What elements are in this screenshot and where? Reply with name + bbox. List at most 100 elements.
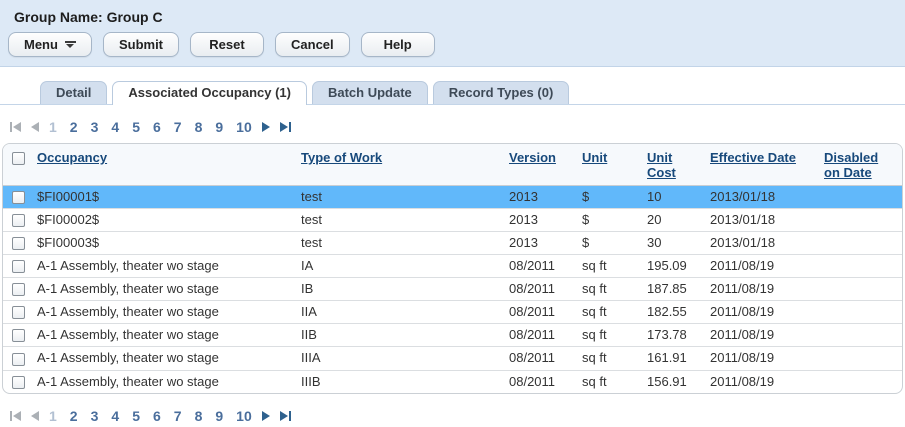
row-checkbox[interactable] (12, 191, 25, 204)
page-link-8[interactable]: 8 (195, 408, 203, 424)
page-link-3[interactable]: 3 (91, 408, 99, 424)
cell-type-of-work: IA (295, 255, 503, 278)
cancel-button[interactable]: Cancel (275, 32, 350, 57)
page-link-9[interactable]: 9 (215, 119, 223, 135)
first-page-icon (10, 122, 21, 132)
last-page-icon[interactable] (280, 411, 291, 421)
row-checkbox[interactable] (12, 329, 25, 342)
cell-version: 08/2011 (503, 347, 576, 370)
cell-effective-date: 2011/08/19 (704, 370, 818, 393)
cell-disabled-on-date (818, 209, 902, 232)
cell-type-of-work: IIB (295, 324, 503, 347)
table-header-row: Occupancy Type of Work Version Unit Unit… (3, 144, 902, 186)
row-checkbox[interactable] (12, 214, 25, 227)
table-row: $FI00001$test2013$102013/01/18 (3, 186, 902, 209)
page-header: Group Name: Group C Menu Submit Reset Ca… (0, 0, 905, 67)
table-row: A-1 Assembly, theater wo stageIIB08/2011… (3, 324, 902, 347)
tab-associated-occupancy[interactable]: Associated Occupancy (1) (112, 81, 307, 105)
column-header-effective-date[interactable]: Effective Date (710, 150, 796, 165)
page-link-4[interactable]: 4 (111, 119, 119, 135)
cell-version: 2013 (503, 232, 576, 255)
page-link-7[interactable]: 7 (174, 408, 182, 424)
select-all-checkbox[interactable] (12, 152, 25, 165)
submit-button[interactable]: Submit (103, 32, 179, 57)
cell-effective-date: 2011/08/19 (704, 301, 818, 324)
cell-unit: sq ft (576, 301, 641, 324)
page-link-5[interactable]: 5 (132, 408, 140, 424)
page-link-6[interactable]: 6 (153, 119, 161, 135)
cell-disabled-on-date (818, 324, 902, 347)
row-checkbox[interactable] (12, 353, 25, 366)
cell-unit: sq ft (576, 324, 641, 347)
page-link-8[interactable]: 8 (195, 119, 203, 135)
cell-disabled-on-date (818, 347, 902, 370)
row-checkbox[interactable] (12, 283, 25, 296)
help-button[interactable]: Help (361, 32, 435, 57)
table-row: A-1 Assembly, theater wo stageIB08/2011s… (3, 278, 902, 301)
pagination-bottom: 12345678910 (10, 409, 905, 423)
cell-type-of-work: test (295, 232, 503, 255)
cell-version: 08/2011 (503, 370, 576, 393)
cell-effective-date: 2011/08/19 (704, 324, 818, 347)
cell-occupancy: A-1 Assembly, theater wo stage (31, 278, 295, 301)
page-link-3[interactable]: 3 (91, 119, 99, 135)
column-header-unit[interactable]: Unit (582, 150, 607, 165)
table-row: A-1 Assembly, theater wo stageIA08/2011s… (3, 255, 902, 278)
cell-occupancy: A-1 Assembly, theater wo stage (31, 255, 295, 278)
column-header-version[interactable]: Version (509, 150, 556, 165)
cell-occupancy: A-1 Assembly, theater wo stage (31, 324, 295, 347)
page-link-5[interactable]: 5 (132, 119, 140, 135)
tab-detail[interactable]: Detail (40, 81, 107, 104)
cell-version: 2013 (503, 209, 576, 232)
cell-unit: $ (576, 209, 641, 232)
cell-occupancy: $FI00003$ (31, 232, 295, 255)
column-header-unit-cost[interactable]: Unit Cost (647, 150, 676, 180)
tab-batch-update[interactable]: Batch Update (312, 81, 428, 104)
cell-unit: sq ft (576, 255, 641, 278)
row-checkbox[interactable] (12, 260, 25, 273)
table-body: $FI00001$test2013$102013/01/18$FI00002$t… (3, 186, 902, 393)
next-page-icon[interactable] (262, 411, 270, 421)
cell-unit-cost: 195.09 (641, 255, 704, 278)
previous-page-icon (31, 411, 39, 421)
next-page-icon[interactable] (262, 122, 270, 132)
pagination-top: 12345678910 (10, 120, 905, 134)
cell-version: 08/2011 (503, 324, 576, 347)
cell-occupancy: $FI00001$ (31, 186, 295, 209)
page-link-2[interactable]: 2 (70, 119, 78, 135)
page-link-2[interactable]: 2 (70, 408, 78, 424)
cell-unit: $ (576, 186, 641, 209)
reset-button[interactable]: Reset (190, 32, 264, 57)
page-link-10[interactable]: 10 (236, 119, 252, 135)
column-header-type-of-work[interactable]: Type of Work (301, 150, 382, 165)
cell-disabled-on-date (818, 255, 902, 278)
menu-button-label: Menu (24, 37, 58, 52)
cell-disabled-on-date (818, 232, 902, 255)
cell-type-of-work: test (295, 186, 503, 209)
tab-record-types[interactable]: Record Types (0) (433, 81, 570, 104)
first-page-icon (10, 411, 21, 421)
page-link-7[interactable]: 7 (174, 119, 182, 135)
page-link-10[interactable]: 10 (236, 408, 252, 424)
column-header-occupancy[interactable]: Occupancy (37, 150, 107, 165)
cell-version: 2013 (503, 186, 576, 209)
page-link-6[interactable]: 6 (153, 408, 161, 424)
cell-disabled-on-date (818, 370, 902, 393)
last-page-icon[interactable] (280, 122, 291, 132)
cell-type-of-work: IIA (295, 301, 503, 324)
row-checkbox[interactable] (12, 237, 25, 250)
row-checkbox[interactable] (12, 306, 25, 319)
page-link-4[interactable]: 4 (111, 408, 119, 424)
cell-unit-cost: 30 (641, 232, 704, 255)
column-header-disabled-on-date[interactable]: Disabled on Date (824, 150, 878, 180)
page-links: 12345678910 (49, 119, 252, 135)
menu-dropdown-icon (65, 41, 76, 48)
cell-unit-cost: 20 (641, 209, 704, 232)
page-link-9[interactable]: 9 (215, 408, 223, 424)
cell-version: 08/2011 (503, 255, 576, 278)
menu-button[interactable]: Menu (8, 32, 92, 57)
row-checkbox[interactable] (12, 376, 25, 389)
cell-unit: sq ft (576, 278, 641, 301)
table-row: $FI00002$test2013$202013/01/18 (3, 209, 902, 232)
cell-occupancy: A-1 Assembly, theater wo stage (31, 301, 295, 324)
